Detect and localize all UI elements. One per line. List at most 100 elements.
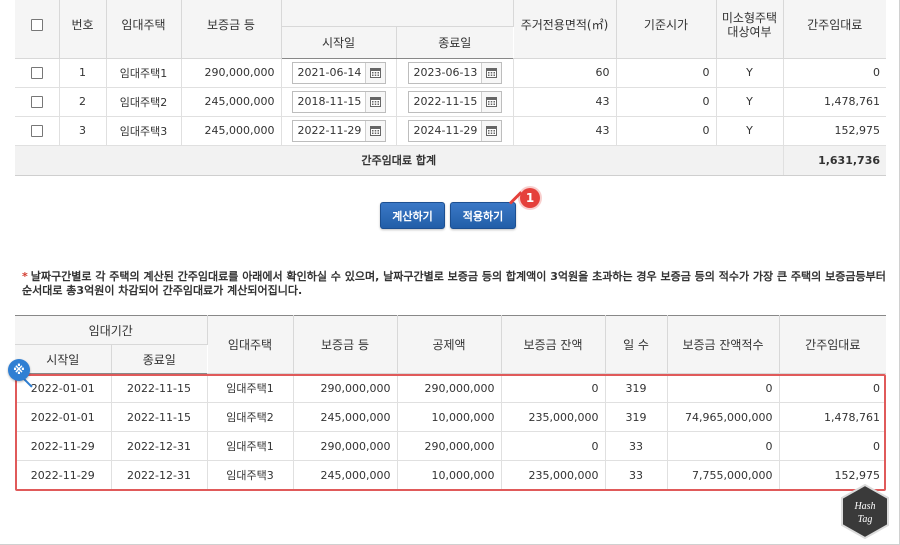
header-deemed-rent: 간주임대료 (779, 315, 887, 374)
select-all-header (15, 0, 60, 59)
row-select (15, 87, 60, 117)
cell-days: 319 (605, 373, 668, 403)
header-area: 주거전용면적(㎡) (513, 0, 617, 59)
header-small-housing: 미소형주택 대상여부 (716, 0, 784, 59)
cell-start: 2018-11-15 (281, 87, 397, 117)
table-row: 3 임대주택3 245,000,000 2022-11-29 2024-11-29 43 0… (15, 116, 886, 146)
cell-deposit: 245,000,000 (293, 460, 398, 490)
cell-end: 2022-12-31 (111, 431, 208, 461)
bottom-table-body: 2022-01-01 2022-11-15 임대주택1 290,000,000 290,… (15, 373, 887, 490)
row-checkbox[interactable] (30, 96, 43, 108)
calculate-button[interactable]: 계산하기 (380, 202, 445, 229)
header-deduction: 공제액 (397, 315, 502, 374)
cell-house: 임대주택2 (207, 402, 294, 432)
cell-deduction: 10,000,000 (397, 460, 502, 490)
table-row: 1 임대주택1 290,000,000 2021-06-14 2023-06-13 60 0… (15, 58, 886, 88)
notice-text: * 날짜구간별로 각 주택의 계산된 간주임대료를 아래에서 확인하실 수 있으며… (22, 270, 888, 298)
sum-label: 간주임대료 합계 (15, 145, 784, 176)
calendar-icon[interactable] (480, 62, 501, 83)
cell-deemed-rent: 152,975 (783, 116, 886, 146)
cell-balance: 235,000,000 (501, 460, 606, 490)
cell-days: 33 (605, 431, 668, 461)
header-days: 일 수 (605, 315, 668, 374)
cell-house: 임대주택1 (207, 431, 294, 461)
cell-small-housing: Y (716, 87, 784, 117)
table-row: 2022-11-29 2022-12-31 임대주택1 290,000,000 290,… (15, 431, 887, 461)
rental-housing-table: 번호 임대주택 보증금 등 주거전용면적(㎡) 기준시가 미소형주택 대상여부 … (15, 0, 886, 176)
apply-button[interactable]: 적용하기 (450, 202, 516, 229)
select-all-checkbox[interactable] (30, 19, 43, 32)
calendar-icon[interactable] (364, 62, 385, 83)
end-date-input[interactable]: 2024-11-29 (407, 119, 502, 142)
cell-start: 2022-01-01 (15, 402, 112, 432)
cell-deposit: 290,000,000 (293, 373, 398, 403)
cell-std-price: 0 (616, 116, 717, 146)
start-date-value: 2018-11-15 (297, 95, 362, 108)
row-select (15, 58, 60, 88)
header-end: 종료일 (396, 26, 513, 59)
cell-end: 2022-11-15 (396, 87, 514, 117)
cell-days: 319 (605, 402, 668, 432)
cell-start: 2022-11-29 (15, 431, 112, 461)
calendar-icon[interactable] (480, 91, 501, 112)
end-date-input[interactable]: 2023-06-13 (407, 61, 502, 84)
header-no: 번호 (59, 0, 107, 59)
header-house: 임대주택 (207, 315, 294, 374)
cell-end: 2022-11-15 (111, 373, 208, 403)
sum-row: 간주임대료 합계 1,631,736 (15, 145, 886, 176)
logo-text-hash: Hash (853, 501, 875, 512)
start-date-value: 2022-11-29 (297, 124, 362, 137)
cell-start: 2022-01-01 (15, 373, 112, 403)
start-date-input[interactable]: 2018-11-15 (291, 90, 386, 113)
start-date-input[interactable]: 2021-06-14 (291, 61, 386, 84)
cell-no: 2 (59, 87, 107, 117)
cell-balance: 0 (501, 431, 606, 461)
row-checkbox[interactable] (30, 67, 43, 79)
period-breakdown-table: 임대기간 임대주택 보증금 등 공제액 보증금 잔액 일 수 보증금 잔액적수 … (15, 315, 887, 490)
header-balance-product: 보증금 잔액적수 (667, 315, 780, 374)
end-date-value: 2024-11-29 (413, 124, 478, 137)
sum-value: 1,631,736 (783, 145, 886, 176)
end-date-value: 2023-06-13 (413, 66, 478, 79)
table-row: 2022-01-01 2022-11-15 임대주택2 245,000,000 10,0… (15, 402, 887, 432)
cell-balance: 0 (501, 373, 606, 403)
table-row: 2022-01-01 2022-11-15 임대주택1 290,000,000 290,… (15, 373, 887, 403)
cell-small-housing: Y (716, 116, 784, 146)
end-date-value: 2022-11-15 (413, 95, 478, 108)
calendar-icon[interactable] (364, 120, 385, 141)
start-date-input[interactable]: 2022-11-29 (291, 119, 386, 142)
cell-balance-product: 0 (667, 431, 780, 461)
cell-start: 2022-11-29 (15, 460, 112, 490)
step-badge: 1 (520, 188, 540, 208)
cell-deemed-rent: 0 (783, 58, 886, 88)
notice-bullet: * (22, 270, 28, 283)
cell-deposit: 290,000,000 (293, 431, 398, 461)
row-checkbox[interactable] (30, 125, 43, 137)
cell-end: 2022-11-15 (111, 402, 208, 432)
calendar-icon[interactable] (364, 91, 385, 112)
cell-small-housing: Y (716, 58, 784, 88)
cell-no: 1 (59, 58, 107, 88)
cell-deposit: 290,000,000 (181, 58, 282, 88)
end-date-input[interactable]: 2022-11-15 (407, 90, 502, 113)
row-select (15, 116, 60, 146)
cell-deposit: 245,000,000 (181, 87, 282, 117)
calendar-icon[interactable] (480, 120, 501, 141)
cell-deduction: 10,000,000 (397, 402, 502, 432)
start-date-value: 2021-06-14 (297, 66, 362, 79)
cell-house: 임대주택3 (207, 460, 294, 490)
top-table-body: 1 임대주택1 290,000,000 2021-06-14 2023-06-13 60 0… (15, 58, 886, 146)
hashtag-logo: Hash Tag (841, 484, 889, 539)
cell-area: 43 (513, 87, 617, 117)
cell-deemed-rent: 0 (779, 373, 887, 403)
cell-deposit: 245,000,000 (293, 402, 398, 432)
cell-end: 2022-12-31 (111, 460, 208, 490)
cell-deemed-rent: 1,478,761 (779, 402, 887, 432)
cell-start: 2022-11-29 (281, 116, 397, 146)
cell-no: 3 (59, 116, 107, 146)
cell-balance-product: 74,965,000,000 (667, 402, 780, 432)
cell-end: 2024-11-29 (396, 116, 514, 146)
header-house: 임대주택 (106, 0, 182, 59)
header-period: 임대기간 (15, 315, 208, 345)
cell-deposit: 245,000,000 (181, 116, 282, 146)
